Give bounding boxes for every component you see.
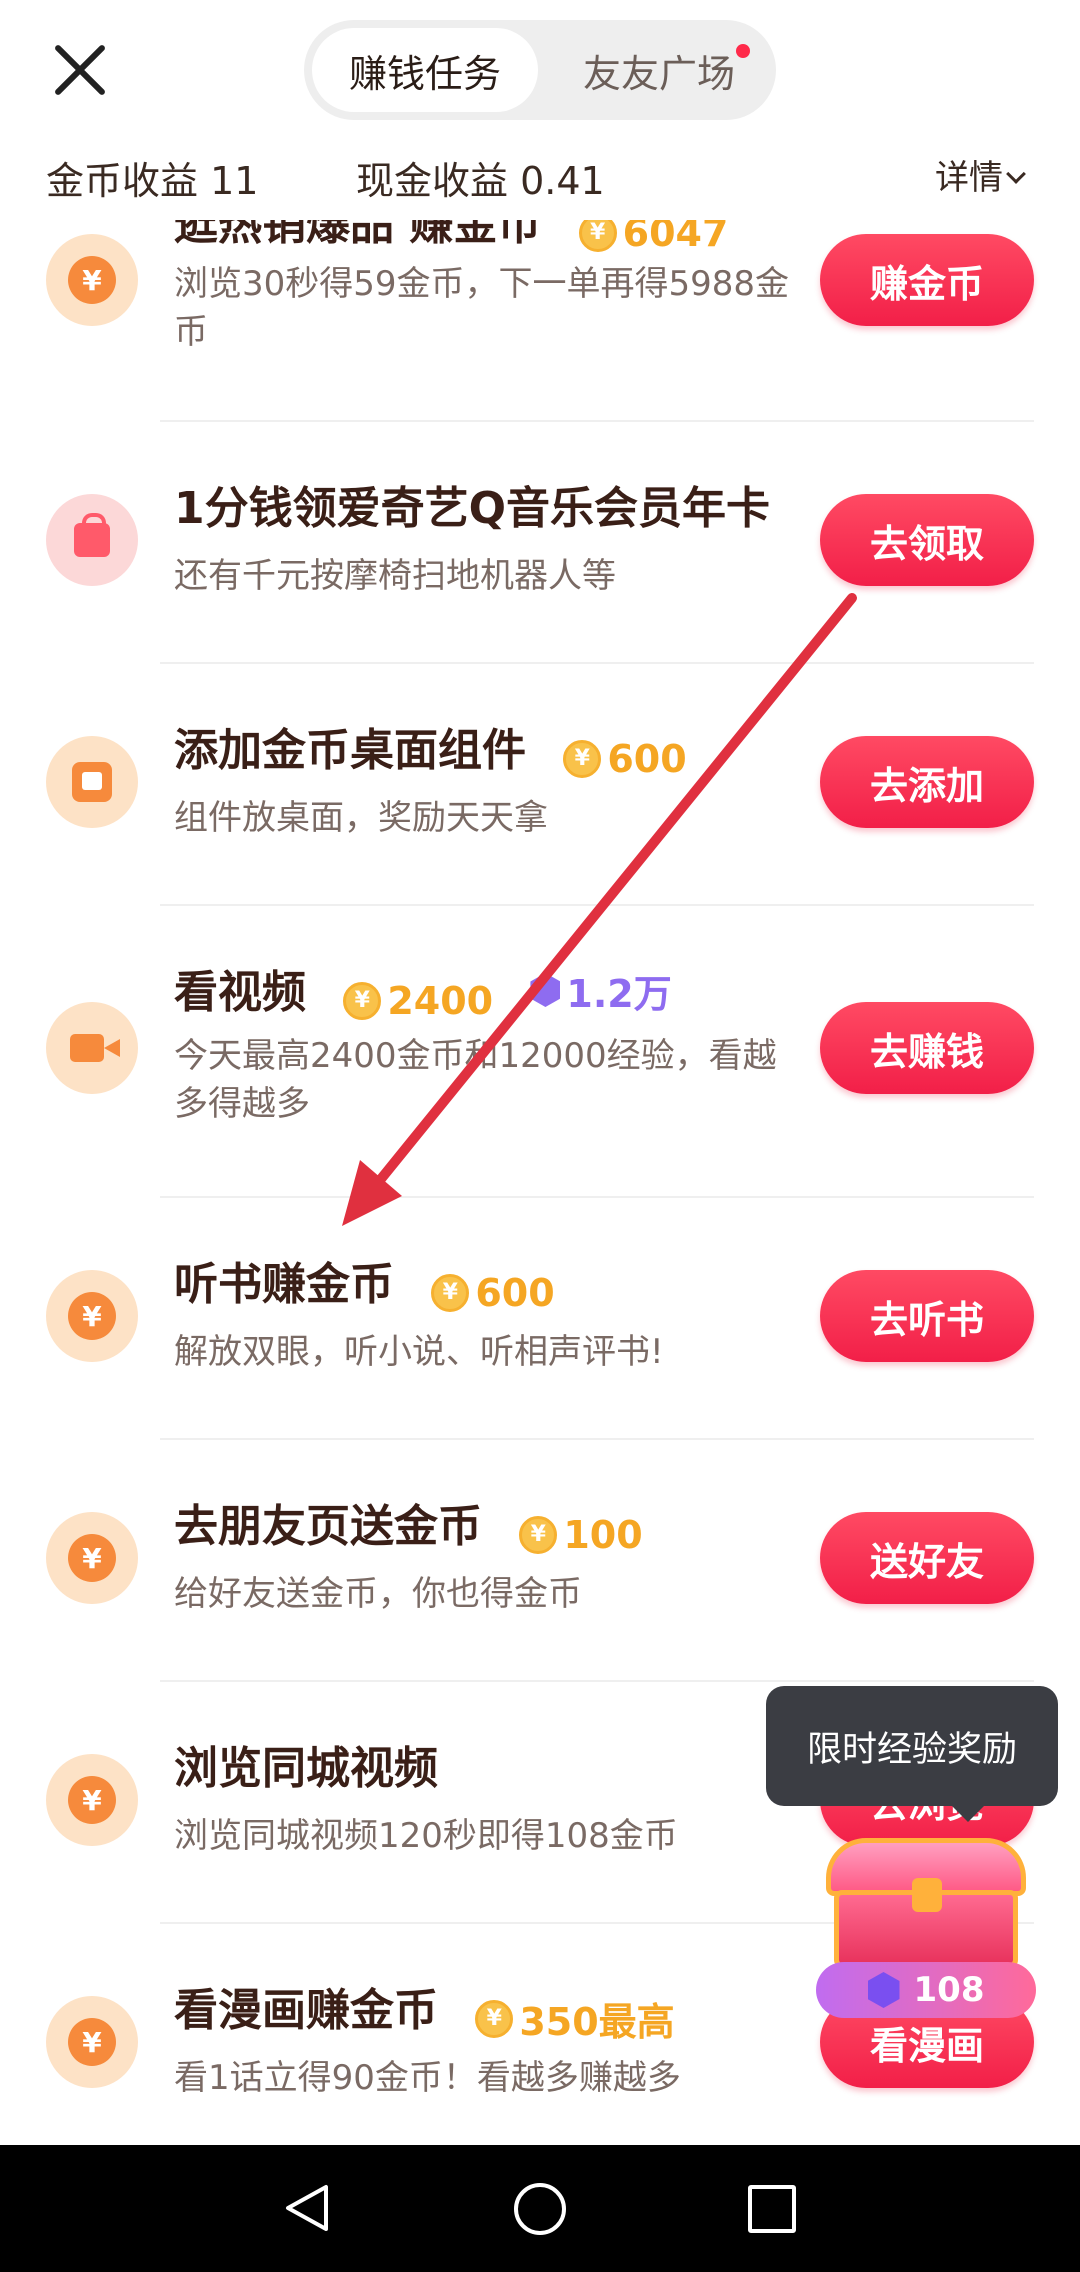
task-title: 1分钱领爱奇艺Q音乐会员年卡 [174, 483, 771, 534]
task-title: 看漫画赚金币 [174, 1985, 438, 2036]
task-button[interactable]: 赚金币 [820, 234, 1034, 326]
task-description: 今天最高2400金币和12000经验，看越多得越多 [174, 1036, 777, 1124]
cash-earnings: 现金收益 0.41 [356, 159, 605, 203]
home-icon[interactable] [514, 2183, 566, 2235]
task-description: 浏览30秒得59金币，下一单再得5988金币 [174, 264, 790, 352]
coin-icon: ¥ [46, 1996, 138, 2088]
video-camera-icon [46, 1002, 138, 1094]
coin-icon: ¥ [46, 234, 138, 326]
coin-reward: ¥350最高 [475, 1991, 675, 2046]
task-button[interactable]: 去听书 [820, 1270, 1034, 1362]
widget-icon [46, 736, 138, 828]
list-item: 1分钱领爱奇艺Q音乐会员年卡 还有千元按摩椅扫地机器人等 去领取 [0, 422, 1080, 662]
list-item: 添加金币桌面组件 ¥600 组件放桌面，奖励天天拿 去添加 [0, 664, 1080, 904]
exp-value: 108 [913, 1970, 985, 2010]
task-description: 看1话立得90金币！看越多赚越多 [174, 2058, 681, 2098]
task-title: 添加金币桌面组件 [174, 725, 526, 776]
task-button[interactable]: 去添加 [820, 736, 1034, 828]
list-item: 看视频 ¥2400 1.2万 今天最高2400金币和12000经验，看越多得越多… [0, 906, 1080, 1196]
task-description: 给好友送金币，你也得金币 [174, 1574, 582, 1614]
top-bar: 赚钱任务 友友广场 [0, 0, 1080, 140]
tab-earn-tasks[interactable]: 赚钱任务 [312, 28, 538, 112]
task-button[interactable]: 去赚钱 [820, 1002, 1034, 1094]
recents-icon[interactable] [748, 2185, 796, 2233]
list-item: ¥ 听书赚金币 ¥600 解放双眼，听小说、听相声评书! 去听书 [0, 1198, 1080, 1438]
coin-icon: ¥ [46, 1512, 138, 1604]
notification-dot [736, 44, 750, 58]
task-description: 浏览同城视频120秒即得108金币 [174, 1816, 678, 1856]
task-description: 解放双眼，听小说、听相声评书! [174, 1332, 664, 1372]
task-title: 看视频 [174, 967, 306, 1018]
earnings-bar: 金币收益 11 现金收益 0.41 详情 [0, 140, 1080, 220]
list-item: ¥ 去朋友页送金币 ¥100 给好友送金币，你也得金币 送好友 [0, 1440, 1080, 1680]
details-label: 详情 [935, 158, 1003, 198]
gold-earnings: 金币收益 11 [46, 159, 259, 203]
coin-reward: ¥6047 [578, 220, 728, 255]
task-title: 去朋友页送金币 [174, 1501, 482, 1552]
exp-gem-icon [867, 1972, 900, 2008]
system-nav-bar [0, 2145, 1080, 2272]
close-icon[interactable] [50, 40, 110, 100]
coin-reward: ¥2400 [343, 979, 493, 1023]
list-item: ¥ 逛热销爆品 赚金币 ¥6047 浏览30秒得59金币，下一单再得5988金币… [0, 220, 1080, 430]
tab-friends-square[interactable]: 友友广场 [554, 28, 764, 112]
task-button[interactable]: 去领取 [820, 494, 1034, 586]
chevron-down-icon [1006, 164, 1026, 184]
chest-icon[interactable] [826, 1838, 1026, 1968]
exp-badge[interactable]: 108 [816, 1962, 1036, 2018]
shopping-bag-icon [46, 494, 138, 586]
coin-icon: ¥ [46, 1754, 138, 1846]
task-title: 逛热销爆品 赚金币 [174, 220, 542, 250]
coin-reward: ¥600 [563, 737, 687, 781]
exp-reward: 1.2万 [530, 963, 672, 1018]
coin-reward: ¥100 [519, 1513, 643, 1557]
reward-tooltip: 限时经验奖励 [766, 1686, 1058, 1822]
task-title: 听书赚金币 [174, 1259, 394, 1310]
task-title: 浏览同城视频 [174, 1743, 438, 1794]
coin-reward: ¥600 [431, 1271, 555, 1315]
task-button[interactable]: 送好友 [820, 1512, 1034, 1604]
task-description: 组件放桌面，奖励天天拿 [174, 798, 548, 838]
details-button[interactable]: 详情 [935, 150, 1026, 199]
task-description: 还有千元按摩椅扫地机器人等 [174, 556, 616, 596]
back-icon[interactable] [284, 2183, 330, 2233]
tab-switcher: 赚钱任务 友友广场 [304, 20, 776, 120]
coin-icon: ¥ [46, 1270, 138, 1362]
